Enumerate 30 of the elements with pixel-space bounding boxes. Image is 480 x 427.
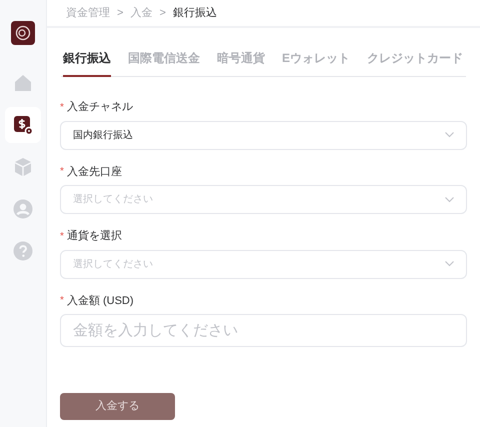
- logo-icon[interactable]: [11, 21, 35, 45]
- required-mark: *: [60, 230, 64, 244]
- breadcrumb-separator: >: [117, 6, 124, 21]
- field-label: 入金額 (USD): [66, 294, 134, 308]
- help-icon[interactable]: [13, 241, 33, 261]
- tab[interactable]: クレジットカード: [367, 48, 464, 77]
- amount-field[interactable]: 金額を入力してください: [60, 314, 467, 347]
- required-mark: *: [60, 294, 64, 308]
- home-icon[interactable]: [13, 73, 33, 93]
- breadcrumb-separator: >: [159, 6, 166, 21]
- breadcrumb-link[interactable]: 入金: [130, 4, 152, 22]
- tab[interactable]: 銀行振込: [63, 48, 111, 77]
- field-label: 通貨を選択: [66, 228, 122, 244]
- select-field[interactable]: 国内銀行振込: [60, 120, 467, 150]
- dollar-icon[interactable]: [13, 115, 33, 135]
- tab[interactable]: 国際電信送金: [128, 48, 200, 77]
- chevron-down-icon: [445, 261, 454, 267]
- breadcrumb-link[interactable]: 資金管理: [66, 4, 110, 22]
- required-mark: *: [60, 100, 64, 115]
- chevron-down-icon: [445, 132, 454, 138]
- field-label: 入金先口座: [66, 164, 122, 180]
- tab[interactable]: 暗号通貨: [217, 48, 265, 77]
- select-field[interactable]: 選択してください: [60, 185, 467, 214]
- field-label: 入金チャネル: [66, 100, 133, 115]
- cube-icon[interactable]: [13, 157, 33, 177]
- select-field[interactable]: 選択してください: [60, 250, 467, 278]
- tab[interactable]: Eウォレット: [282, 48, 350, 77]
- user-icon[interactable]: [13, 199, 33, 219]
- chevron-down-icon: [445, 196, 454, 202]
- required-mark: *: [60, 165, 64, 180]
